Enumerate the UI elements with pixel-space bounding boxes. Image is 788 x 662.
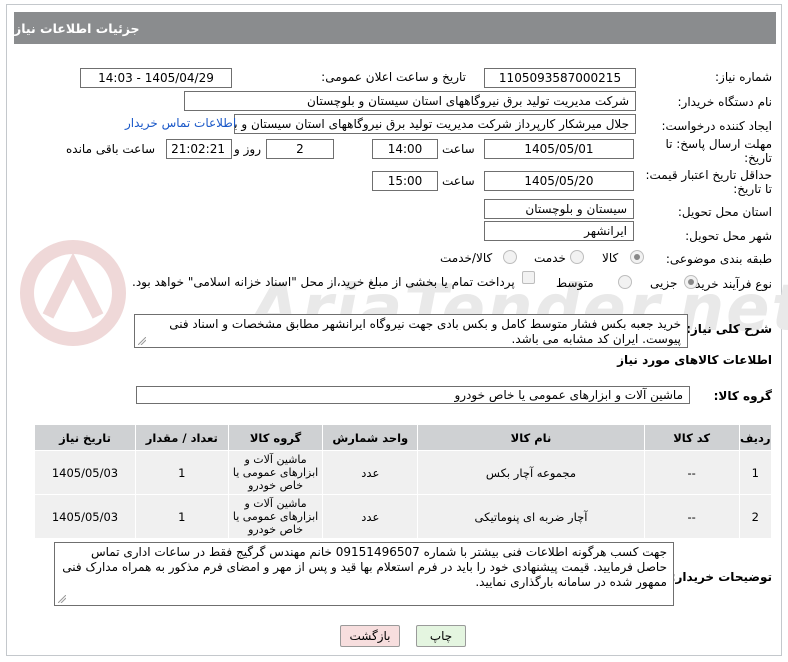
deadline-label: مهلت ارسال پاسخ: تا bbox=[665, 137, 772, 151]
deadline-time-label: ساعت bbox=[442, 142, 475, 156]
buyer-notes-textarea[interactable]: جهت کسب هرگونه اطلاعات فنی بیشتر با شمار… bbox=[54, 542, 674, 606]
category-radio-goods[interactable] bbox=[630, 250, 644, 264]
deadline-label-date: تاریخ: bbox=[744, 151, 772, 165]
cell-row: 2 bbox=[738, 494, 773, 539]
cell-row: 1 bbox=[738, 450, 773, 495]
delivery-city-label: شهر محل تحویل: bbox=[685, 229, 772, 243]
delivery-province-label: استان محل تحویل: bbox=[677, 205, 772, 219]
deadline-date-field: 1405/05/01 bbox=[484, 139, 634, 159]
announce-label: تاریخ و ساعت اعلان عمومی: bbox=[321, 70, 466, 84]
category-radio-goods-service[interactable] bbox=[503, 250, 517, 264]
col-unit: واحد شمارش bbox=[322, 424, 419, 451]
price-validity-time-label: ساعت bbox=[442, 174, 475, 188]
cell-code: -- bbox=[643, 494, 740, 539]
process-radio-medium[interactable] bbox=[618, 275, 632, 289]
resize-handle-icon[interactable] bbox=[58, 595, 66, 603]
price-validity-label-date: تا تاریخ: bbox=[733, 182, 772, 196]
category-label: طبقه بندی موضوعی: bbox=[665, 252, 772, 266]
request-creator-label: ایجاد کننده درخواست: bbox=[661, 119, 772, 133]
watermark-logo-icon bbox=[20, 240, 126, 346]
cell-name: مجموعه آچار بکس bbox=[417, 450, 645, 495]
treasury-payment-note: پرداخت تمام یا بخشی از مبلغ خرید،از محل … bbox=[132, 275, 515, 289]
cell-unit: عدد bbox=[322, 494, 419, 539]
resize-handle-icon[interactable] bbox=[138, 337, 146, 345]
delivery-province-field: سیستان و بلوچستان bbox=[484, 199, 634, 219]
process-radio-partial[interactable] bbox=[684, 275, 698, 289]
buyer-notes-label: توضیحات خریدار: bbox=[670, 570, 772, 584]
col-row: ردیف bbox=[738, 424, 773, 451]
print-button[interactable]: چاپ bbox=[416, 625, 466, 647]
cell-code: -- bbox=[643, 450, 740, 495]
description-label: شرح کلی نیاز: bbox=[686, 322, 772, 336]
price-validity-date-field: 1405/05/20 bbox=[484, 171, 634, 191]
goods-group-field: ماشین آلات و ابزارهای عمومی یا خاص خودرو bbox=[136, 386, 690, 404]
cell-group: ماشین آلات و ابزارهای عمومی یا خاص خودرو bbox=[227, 450, 324, 495]
col-code: کد کالا bbox=[643, 424, 740, 451]
col-name: نام کالا bbox=[417, 424, 645, 451]
request-creator-field: جلال میرشکار کارپرداز شرکت مدیریت تولید … bbox=[234, 114, 636, 134]
table-row: 1 -- مجموعه آچار بکس عدد ماشین آلات و اب… bbox=[34, 450, 773, 495]
page-header: جزئیات اطلاعات نیاز bbox=[14, 12, 776, 44]
goods-section-title: اطلاعات کالاهای مورد نیاز bbox=[617, 353, 772, 367]
cell-qty: 1 bbox=[134, 494, 229, 539]
category-option-goods-service: کالا/خدمت bbox=[440, 251, 493, 265]
cell-group: ماشین آلات و ابزارهای عمومی یا خاص خودرو bbox=[227, 494, 324, 539]
cell-date: 1405/05/03 bbox=[34, 494, 136, 539]
category-radio-service[interactable] bbox=[570, 250, 584, 264]
cell-name: آچار ضربه ای پنوماتیکی bbox=[417, 494, 645, 539]
col-date: تاریخ نیاز bbox=[34, 424, 136, 451]
days-label: روز و bbox=[234, 142, 261, 156]
price-validity-label: حداقل تاریخ اعتبار قیمت: bbox=[645, 168, 772, 182]
process-option-medium: متوسط bbox=[556, 276, 594, 290]
delivery-city-field: ایرانشهر bbox=[484, 221, 634, 241]
need-number-label: شماره نیاز: bbox=[715, 70, 772, 84]
col-group: گروه کالا bbox=[227, 424, 324, 451]
cell-date: 1405/05/03 bbox=[34, 450, 136, 495]
goods-table: ردیف کد کالا نام کالا واحد شمارش گروه کا… bbox=[34, 424, 773, 539]
back-button[interactable]: بازگشت bbox=[340, 625, 400, 647]
remaining-time-label: ساعت باقی مانده bbox=[66, 142, 156, 156]
buyer-name-label: نام دستگاه خریدار: bbox=[677, 95, 773, 109]
cell-qty: 1 bbox=[134, 450, 229, 495]
treasury-payment-checkbox[interactable] bbox=[522, 271, 535, 284]
description-textarea[interactable]: خرید جعبه بکس فشار متوسط کامل و بکس بادی… bbox=[134, 314, 688, 348]
goods-table-header: ردیف کد کالا نام کالا واحد شمارش گروه کا… bbox=[34, 424, 773, 451]
announce-datetime-field: 1405/04/29 - 14:03 bbox=[80, 68, 232, 88]
buyer-notes-text: جهت کسب هرگونه اطلاعات فنی بیشتر با شمار… bbox=[62, 545, 667, 589]
goods-group-label: گروه کالا: bbox=[713, 389, 772, 403]
category-option-service: خدمت bbox=[534, 251, 566, 265]
process-option-partial: جزیی bbox=[650, 276, 678, 290]
remaining-days-field: 2 bbox=[266, 139, 334, 159]
cell-unit: عدد bbox=[322, 450, 419, 495]
description-text: خرید جعبه بکس فشار متوسط کامل و بکس بادی… bbox=[169, 317, 681, 346]
purchase-process-label: نوع فرآیند خرید : bbox=[687, 277, 772, 291]
deadline-time-field: 14:00 bbox=[372, 139, 438, 159]
page-title: جزئیات اطلاعات نیاز bbox=[14, 20, 140, 36]
remaining-time-field: 21:02:21 bbox=[166, 139, 232, 159]
need-number-field: 1105093587000215 bbox=[484, 68, 636, 88]
buyer-name-field: شرکت مدیریت تولید برق نیروگاههای استان س… bbox=[184, 91, 636, 111]
price-validity-time-field: 15:00 bbox=[372, 171, 438, 191]
category-option-goods: کالا bbox=[602, 251, 619, 265]
table-row: 2 -- آچار ضربه ای پنوماتیکی عدد ماشین آل… bbox=[34, 494, 773, 539]
col-qty: تعداد / مقدار bbox=[134, 424, 229, 451]
buyer-contact-link[interactable]: اطلاعات تماس خریدار bbox=[125, 116, 236, 130]
